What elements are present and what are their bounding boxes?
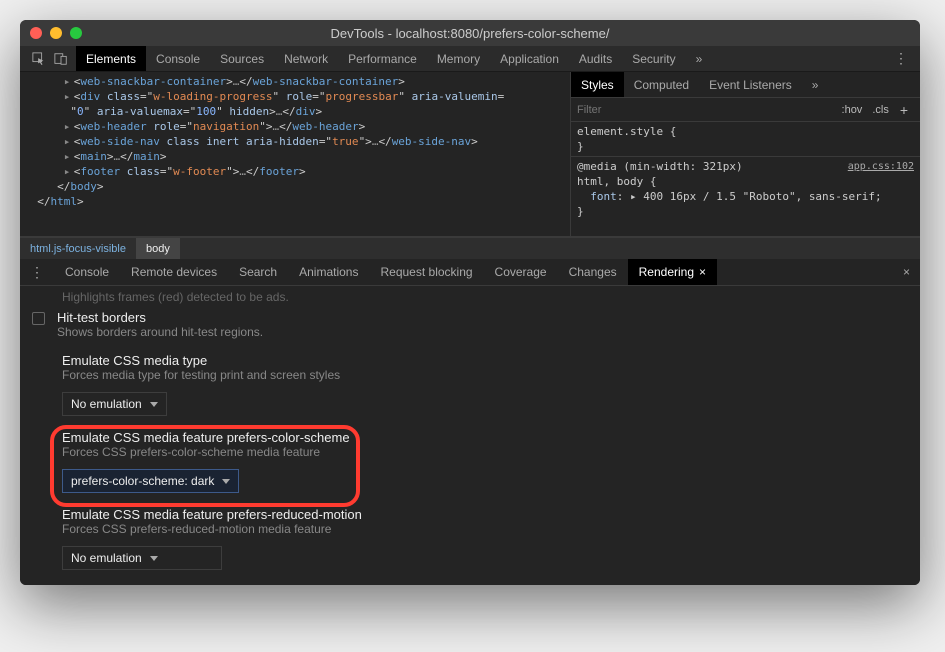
truncated-option-subtitle: Highlights frames (red) detected to be a…: [32, 290, 908, 304]
window-title: DevTools - localhost:8080/prefers-color-…: [20, 26, 920, 41]
dom-node-line[interactable]: ▸<footer class="w-footer">…</footer>: [24, 164, 566, 179]
tab-sources[interactable]: Sources: [210, 46, 274, 71]
chevron-down-icon: [150, 402, 158, 407]
option-subtitle: Forces media type for testing print and …: [62, 368, 908, 382]
styles-filter-input[interactable]: [577, 104, 837, 116]
tab-application[interactable]: Application: [490, 46, 569, 71]
emulate-media-type-select[interactable]: No emulation: [62, 392, 167, 416]
dom-node-line[interactable]: ▸<web-side-nav class inert aria-hidden="…: [24, 134, 566, 149]
media-query-text: @media (min-width: 321px): [577, 160, 743, 173]
chevron-down-icon: [150, 556, 158, 561]
drawer-menu-icon[interactable]: ⋮: [20, 264, 54, 281]
expand-shorthand-icon[interactable]: ▸: [630, 190, 637, 203]
emulate-prefers-color-scheme-select[interactable]: prefers-color-scheme: dark: [62, 469, 239, 493]
hit-test-borders-option: Hit-test borders Shows borders around hi…: [32, 306, 908, 343]
css-property-value: 400 16px / 1.5 "Roboto", sans-serif;: [643, 190, 881, 203]
rule-selector: html, body {: [577, 175, 656, 188]
tab-performance[interactable]: Performance: [338, 46, 427, 71]
dom-breadcrumbs: html.js-focus-visible body: [20, 237, 920, 259]
breadcrumb-item[interactable]: html.js-focus-visible: [20, 238, 136, 259]
dom-node-line[interactable]: "0" aria-valuemax="100" hidden>…</div>: [24, 104, 566, 119]
option-subtitle: Forces CSS prefers-reduced-motion media …: [62, 522, 908, 536]
main-tabs: Elements Console Sources Network Perform…: [76, 46, 712, 71]
drawer-tab-changes[interactable]: Changes: [558, 259, 628, 285]
emulate-prefers-reduced-motion-select[interactable]: No emulation: [62, 546, 222, 570]
styles-filter-bar: :hov .cls +: [571, 98, 920, 122]
sidebar-tab-styles[interactable]: Styles: [571, 72, 624, 97]
more-tabs-icon[interactable]: »: [686, 52, 713, 66]
sidebar-tab-event-listeners[interactable]: Event Listeners: [699, 72, 802, 97]
dom-node-line[interactable]: </body>: [24, 179, 566, 194]
drawer-tab-search[interactable]: Search: [228, 259, 288, 285]
dom-node-line[interactable]: ▸<div class="w-loading-progress" role="p…: [24, 89, 566, 104]
drawer-tab-animations[interactable]: Animations: [288, 259, 369, 285]
emulate-prefers-color-scheme-section: Emulate CSS media feature prefers-color-…: [32, 420, 908, 461]
tab-security[interactable]: Security: [622, 46, 685, 71]
inline-style-selector: element.style {: [577, 125, 676, 138]
drawer-tab-coverage[interactable]: Coverage: [484, 259, 558, 285]
drawer-tab-request-blocking[interactable]: Request blocking: [369, 259, 483, 285]
source-link[interactable]: app.css:102: [848, 159, 914, 174]
select-value: prefers-color-scheme: dark: [71, 474, 214, 488]
close-brace: }: [577, 205, 584, 218]
styles-tabs: Styles Computed Event Listeners »: [571, 72, 920, 98]
styles-sidebar: Styles Computed Event Listeners » :hov .…: [570, 72, 920, 236]
tab-audits[interactable]: Audits: [569, 46, 622, 71]
toggle-hov-button[interactable]: :hov: [837, 104, 868, 116]
titlebar: DevTools - localhost:8080/prefers-color-…: [20, 20, 920, 46]
rendering-panel: Highlights frames (red) detected to be a…: [20, 286, 920, 585]
main-tab-bar: Elements Console Sources Network Perform…: [20, 46, 920, 72]
css-property-name: font: [590, 190, 617, 203]
close-drawer-icon[interactable]: ×: [893, 265, 920, 279]
tab-elements[interactable]: Elements: [76, 46, 146, 71]
main-menu-icon[interactable]: ⋮: [882, 50, 920, 67]
device-toolbar-icon[interactable]: [54, 52, 68, 66]
option-title: Emulate CSS media feature prefers-color-…: [62, 430, 908, 445]
inspect-element-icon[interactable]: [32, 52, 46, 66]
drawer-tab-label: Rendering: [639, 265, 694, 279]
drawer-tab-console[interactable]: Console: [54, 259, 120, 285]
styles-rules[interactable]: element.style { } @media (min-width: 321…: [571, 122, 920, 236]
drawer-tab-remote-devices[interactable]: Remote devices: [120, 259, 228, 285]
dom-node-line[interactable]: ▸<web-header role="navigation">…</web-he…: [24, 119, 566, 134]
devtools-window: DevTools - localhost:8080/prefers-color-…: [20, 20, 920, 585]
sidebar-tab-overflow-icon[interactable]: »: [802, 72, 829, 97]
option-subtitle: Forces CSS prefers-color-scheme media fe…: [62, 445, 908, 459]
tab-console[interactable]: Console: [146, 46, 210, 71]
option-subtitle: Shows borders around hit-test regions.: [57, 325, 263, 339]
drawer-tab-rendering[interactable]: Rendering ×: [628, 259, 717, 285]
sidebar-tab-computed[interactable]: Computed: [624, 72, 699, 97]
emulate-prefers-reduced-motion-section: Emulate CSS media feature prefers-reduce…: [32, 497, 908, 538]
toggle-cls-button[interactable]: .cls: [867, 104, 894, 116]
dom-node-line[interactable]: ▸<main>…</main>: [24, 149, 566, 164]
drawer-tab-bar: ⋮ Console Remote devices Search Animatio…: [20, 259, 920, 286]
close-tab-icon[interactable]: ×: [699, 265, 706, 279]
breadcrumb-item[interactable]: body: [136, 238, 180, 259]
select-value: No emulation: [71, 551, 142, 565]
tab-memory[interactable]: Memory: [427, 46, 490, 71]
tab-network[interactable]: Network: [274, 46, 338, 71]
emulate-media-type-section: Emulate CSS media type Forces media type…: [32, 343, 908, 384]
dom-tree[interactable]: ▸<web-snackbar-container>…</web-snackbar…: [20, 72, 570, 236]
option-title: Emulate CSS media feature prefers-reduce…: [62, 507, 908, 522]
drawer: ⋮ Console Remote devices Search Animatio…: [20, 259, 920, 585]
new-style-rule-icon[interactable]: +: [894, 102, 914, 118]
option-title: Hit-test borders: [57, 310, 263, 325]
option-title: Emulate CSS media type: [62, 353, 908, 368]
select-value: No emulation: [71, 397, 142, 411]
dom-node-line[interactable]: </html>: [24, 194, 566, 209]
dom-node-line[interactable]: ▸<web-snackbar-container>…</web-snackbar…: [24, 74, 566, 89]
close-brace: }: [577, 140, 584, 153]
hit-test-borders-checkbox[interactable]: [32, 312, 45, 325]
chevron-down-icon: [222, 479, 230, 484]
